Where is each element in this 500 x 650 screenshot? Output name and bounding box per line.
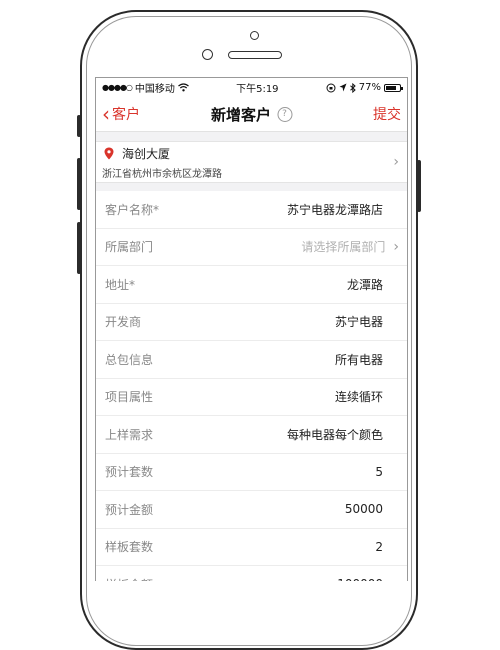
power-button	[417, 160, 421, 212]
field-value-group: 2	[375, 540, 383, 554]
field-value[interactable]: 连续循环	[335, 388, 383, 405]
field-value-group: 苏宁电器龙潭路店	[287, 201, 383, 218]
location-name: 海创大厦	[122, 146, 171, 161]
chevron-right-icon: ›	[393, 238, 399, 255]
bluetooth-icon	[349, 82, 356, 93]
location-selector[interactable]: 海创大厦 浙江省杭州市余杭区龙潭路 ›	[96, 141, 407, 183]
status-bar: ●●●●○ 中国移动 下午5:19 77%	[96, 78, 407, 97]
page-title: 新增客户	[210, 105, 272, 124]
form-row[interactable]: 地址* 龙潭路	[96, 266, 407, 304]
back-button[interactable]: ‹ 客户	[102, 104, 140, 124]
field-value[interactable]: 龙潭路	[347, 276, 383, 293]
field-value-group: 100000	[337, 577, 383, 581]
earpiece-speaker	[228, 51, 282, 59]
field-value-group: 每种电器每个颜色	[287, 426, 383, 443]
form-row[interactable]: 所属部门 请选择所属部门 ›	[96, 229, 407, 266]
field-label: 总包信息	[105, 352, 154, 367]
field-label: 客户名称*	[105, 202, 160, 217]
wifi-icon	[178, 83, 189, 92]
volume-down-button	[77, 222, 81, 274]
field-value-group: 龙潭路	[347, 276, 383, 293]
field-label: 样板套数	[105, 540, 154, 555]
form-row[interactable]: 预计套数 5	[96, 454, 407, 491]
field-label: 预计金额	[105, 502, 154, 517]
location-arrow-icon	[339, 83, 347, 92]
battery-icon	[383, 83, 403, 92]
form-row[interactable]: 客户名称* 苏宁电器龙潭路店	[96, 191, 407, 229]
map-pin-icon	[104, 147, 114, 159]
form-row[interactable]: 项目属性 连续循环	[96, 379, 407, 416]
field-value-group: 50000	[345, 502, 383, 516]
status-time: 下午5:19	[236, 84, 279, 95]
form-row[interactable]: 样板金额 100000	[96, 566, 407, 581]
field-placeholder[interactable]: 请选择所属部门	[301, 238, 385, 255]
field-value[interactable]: 50000	[345, 502, 383, 516]
field-label: 所属部门	[105, 240, 154, 255]
orientation-lock-icon	[326, 83, 336, 92]
location-address: 浙江省杭州市余杭区龙潭路	[102, 168, 222, 180]
field-value[interactable]: 2	[375, 540, 383, 554]
field-value[interactable]: 苏宁电器	[335, 313, 383, 330]
field-value[interactable]: 苏宁电器龙潭路店	[287, 201, 383, 218]
field-label: 上样需求	[105, 427, 154, 442]
field-value-group: 连续循环	[335, 388, 383, 405]
chevron-right-icon: ›	[393, 154, 399, 170]
location-text: 海创大厦 浙江省杭州市余杭区龙潭路	[102, 145, 393, 180]
signal-strength: ●●●●○	[102, 83, 133, 92]
battery-percent: 77%	[358, 82, 381, 93]
submit-button[interactable]: 提交	[373, 104, 401, 124]
form-row[interactable]: 样板套数 2	[96, 529, 407, 566]
carrier-name: 中国移动	[134, 84, 175, 95]
field-value[interactable]: 每种电器每个颜色	[287, 426, 383, 443]
navigation-bar: ‹ 客户 新增客户 ? 提交	[96, 97, 407, 132]
field-value-group: 所有电器	[335, 351, 383, 368]
field-label: 开发商	[105, 315, 142, 330]
form-row[interactable]: 开发商 苏宁电器	[96, 304, 407, 341]
location-name-line: 海创大厦	[102, 145, 393, 162]
proximity-sensor	[202, 49, 213, 60]
field-label: 地址*	[105, 277, 136, 292]
help-icon[interactable]: ?	[277, 106, 293, 122]
form-row[interactable]: 总包信息 所有电器	[96, 341, 407, 379]
page-title-group: 新增客户 ?	[210, 104, 293, 125]
field-value-group: 5	[375, 465, 383, 479]
form-row[interactable]: 上样需求 每种电器每个颜色	[96, 416, 407, 454]
field-label: 项目属性	[105, 390, 154, 405]
field-label: 预计套数	[105, 465, 154, 480]
field-value[interactable]: 所有电器	[335, 351, 383, 368]
form-row[interactable]: 预计金额 50000	[96, 491, 407, 529]
screen: ●●●●○ 中国移动 下午5:19 77% ‹ 客户 新增客户 ? 提交 海创大…	[95, 77, 408, 581]
back-label: 客户	[112, 107, 140, 123]
field-value[interactable]: 100000	[337, 577, 383, 581]
front-camera	[250, 31, 259, 40]
chevron-left-icon: ‹	[102, 102, 110, 126]
volume-up-button	[77, 158, 81, 210]
mute-switch	[77, 115, 81, 137]
battery-fill	[385, 85, 396, 90]
field-value[interactable]: 5	[375, 465, 383, 479]
field-value-group: 请选择所属部门 ›	[301, 238, 399, 255]
customer-form: 客户名称* 苏宁电器龙潭路店所属部门 请选择所属部门 › 地址* 龙潭路开发商 苏宁电器总包…	[96, 191, 407, 581]
field-label: 样板金额	[105, 576, 153, 581]
field-value-group: 苏宁电器	[335, 313, 383, 330]
